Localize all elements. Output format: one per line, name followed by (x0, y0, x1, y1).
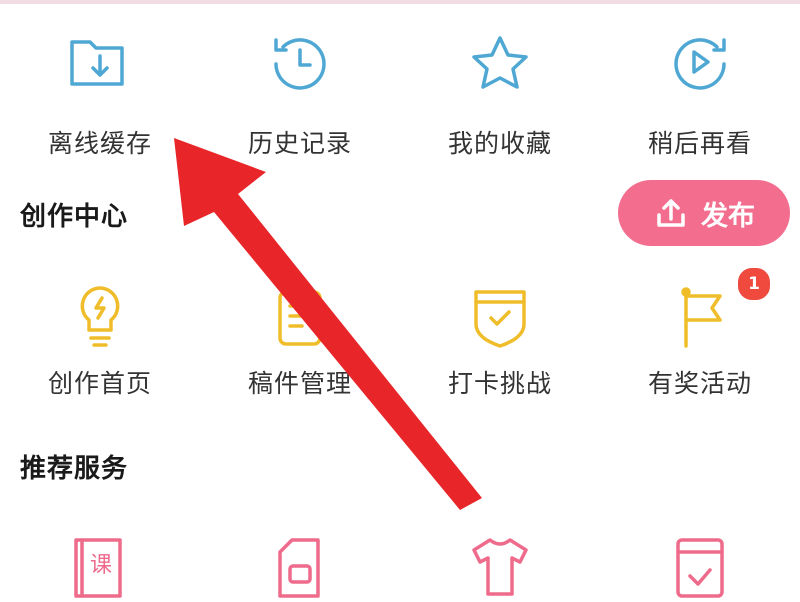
merch-service-item[interactable] (400, 528, 600, 600)
history-item[interactable]: 历史记录 (200, 22, 400, 158)
recommended-services-title: 推荐服务 (20, 454, 129, 484)
favorites-label: 我的收藏 (447, 129, 552, 158)
star-icon (462, 28, 538, 98)
quick-actions-row: 离线缓存 历史记录 我的收藏 稍后再看 (0, 22, 800, 158)
course-service-item[interactable]: 课 (0, 528, 200, 600)
sim-card-icon (262, 532, 338, 602)
creator-home-label: 创作首页 (47, 369, 152, 398)
history-label: 历史记录 (247, 129, 352, 158)
course-book-text: 课 (90, 553, 112, 578)
offline-cache-item[interactable]: 离线缓存 (0, 22, 200, 158)
manuscript-management-item[interactable]: 稿件管理 (200, 278, 400, 408)
manuscript-icon (262, 282, 338, 352)
publish-button[interactable]: 发布 (618, 180, 790, 246)
checkin-challenge-item[interactable]: 打卡挑战 (400, 278, 600, 408)
reward-activity-label: 有奖活动 (647, 369, 752, 398)
checkin-challenge-label: 打卡挑战 (447, 369, 552, 398)
game-service-item[interactable] (600, 528, 800, 600)
upload-icon (653, 195, 689, 231)
lightbulb-icon (62, 282, 138, 352)
creator-items-row: 创作首页 稿件管理 打卡挑战 有奖活动 (0, 278, 800, 408)
favorites-item[interactable]: 我的收藏 (400, 22, 600, 158)
manuscript-management-label: 稿件管理 (247, 369, 352, 398)
course-book-icon: 课 (62, 532, 138, 602)
game-card-icon (662, 532, 738, 602)
creator-center-title: 创作中心 (20, 202, 129, 232)
watch-later-item[interactable]: 稍后再看 (600, 22, 800, 158)
shield-check-icon (462, 282, 538, 352)
top-strip (0, 0, 800, 4)
flag-icon (662, 282, 738, 352)
play-later-icon (662, 28, 738, 98)
creator-home-item[interactable]: 创作首页 (0, 278, 200, 408)
offline-cache-label: 离线缓存 (47, 129, 152, 158)
sim-card-service-item[interactable] (200, 528, 400, 600)
reward-activity-item[interactable]: 有奖活动 (600, 278, 800, 408)
download-folder-icon (62, 28, 138, 98)
publish-label: 发布 (701, 200, 755, 232)
tshirt-icon (462, 532, 538, 602)
watch-later-label: 稍后再看 (647, 129, 752, 158)
services-row: 课 (0, 528, 800, 600)
notification-badge: 1 (736, 266, 772, 302)
history-clock-icon (262, 28, 338, 98)
